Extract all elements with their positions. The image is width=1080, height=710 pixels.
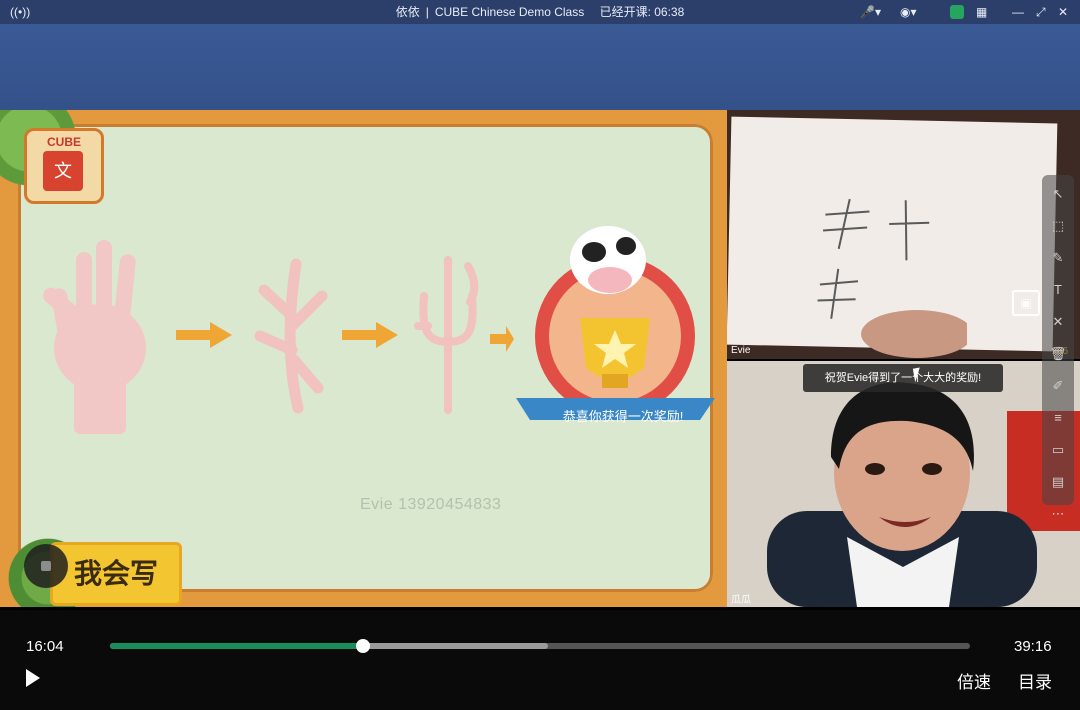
top-banner	[0, 24, 1080, 111]
image-icon[interactable]: ▣	[1012, 290, 1040, 316]
progress-thumb[interactable]	[355, 639, 370, 653]
layers-icon[interactable]: ≡	[1042, 405, 1074, 431]
microphone-icon[interactable]: 🎤▾	[860, 4, 881, 20]
total-time: 39:16	[1014, 638, 1052, 655]
teacher-portrait	[727, 361, 1080, 607]
logo-cube-icon: 文	[43, 151, 83, 191]
elapsed-time: 已经开课: 06:38	[599, 5, 685, 19]
more-icon[interactable]: ⋯	[1042, 501, 1074, 527]
window-titlebar: ((•)) 依依 | CUBE Chinese Demo Class 已经开课: 0…	[0, 0, 1080, 24]
cube-logo: CUBE 文	[24, 128, 104, 204]
seal-character-illustration	[414, 256, 479, 414]
record-icon[interactable]	[950, 5, 964, 19]
side-toolbar: ↖ ⬚ ✎ T ✕ 🗑 ✐ ≡ ▭ ▤ ⋯	[1042, 175, 1074, 521]
courseware-panel[interactable]: CUBE 文 恭喜你获得一次奖励! Evie 13920454833 我会写	[0, 110, 727, 607]
grid-icon[interactable]: ▦	[976, 4, 987, 20]
oracle-character-illustration	[254, 258, 328, 414]
class-name: CUBE Chinese Demo Class	[434, 5, 585, 19]
window-title: 依依 | CUBE Chinese Demo Class 已经开课: 06:38	[395, 5, 685, 19]
maximize-icon[interactable]: ⤢	[1036, 4, 1046, 20]
hand-shape	[861, 310, 967, 358]
student-video[interactable]: ♛ Evie	[727, 110, 1080, 359]
reward-toast: 祝贺Evie得到了一个大大的奖励!	[803, 364, 1003, 392]
logo-text: CUBE	[46, 135, 81, 149]
watermark: Evie 13920454833	[360, 496, 502, 513]
app-name: 依依	[395, 5, 420, 19]
trash-icon[interactable]: 🗑	[1042, 341, 1074, 367]
classroom-stage: CUBE 文 恭喜你获得一次奖励! Evie 13920454833 我会写 E…	[0, 110, 1080, 610]
stop-button[interactable]	[24, 544, 68, 588]
select-icon[interactable]: ⬚	[1042, 213, 1074, 239]
eraser-icon[interactable]: ✕	[1042, 309, 1074, 335]
camera-icon[interactable]: ◉▾	[900, 4, 917, 20]
arrow-icon	[342, 322, 398, 348]
pointer-icon[interactable]: ↖	[1042, 181, 1074, 207]
i-can-write-label: 我会写	[50, 542, 182, 606]
minimize-icon[interactable]: —	[1012, 4, 1024, 20]
pen-icon[interactable]: ✎	[1042, 245, 1074, 271]
gallery-icon[interactable]: ▤	[1042, 469, 1074, 495]
catalog-button[interactable]: 目录	[1018, 668, 1052, 693]
close-icon[interactable]: ✕	[1058, 4, 1068, 20]
teacher-name: 瓜瓜	[731, 595, 751, 606]
text-icon[interactable]: T	[1042, 277, 1074, 303]
current-time: 16:04	[26, 638, 64, 655]
playback-controls: 16:04 39:16 倍速 目录	[0, 610, 1080, 710]
play-button[interactable]	[26, 669, 40, 687]
hand-illustration	[43, 240, 146, 434]
arrow-icon	[176, 322, 232, 348]
stop-icon	[41, 561, 51, 571]
teacher-video[interactable]: 瓜瓜	[727, 361, 1080, 607]
student-name: Evie	[731, 345, 751, 356]
image-tool-icon[interactable]: ▭	[1042, 437, 1074, 463]
edit-icon[interactable]: ✐	[1042, 373, 1074, 399]
played-bar	[110, 643, 363, 649]
speed-button[interactable]: 倍速	[957, 668, 991, 693]
progress-track[interactable]	[110, 639, 970, 653]
reward-text: 恭喜你获得一次奖励!	[562, 409, 684, 424]
